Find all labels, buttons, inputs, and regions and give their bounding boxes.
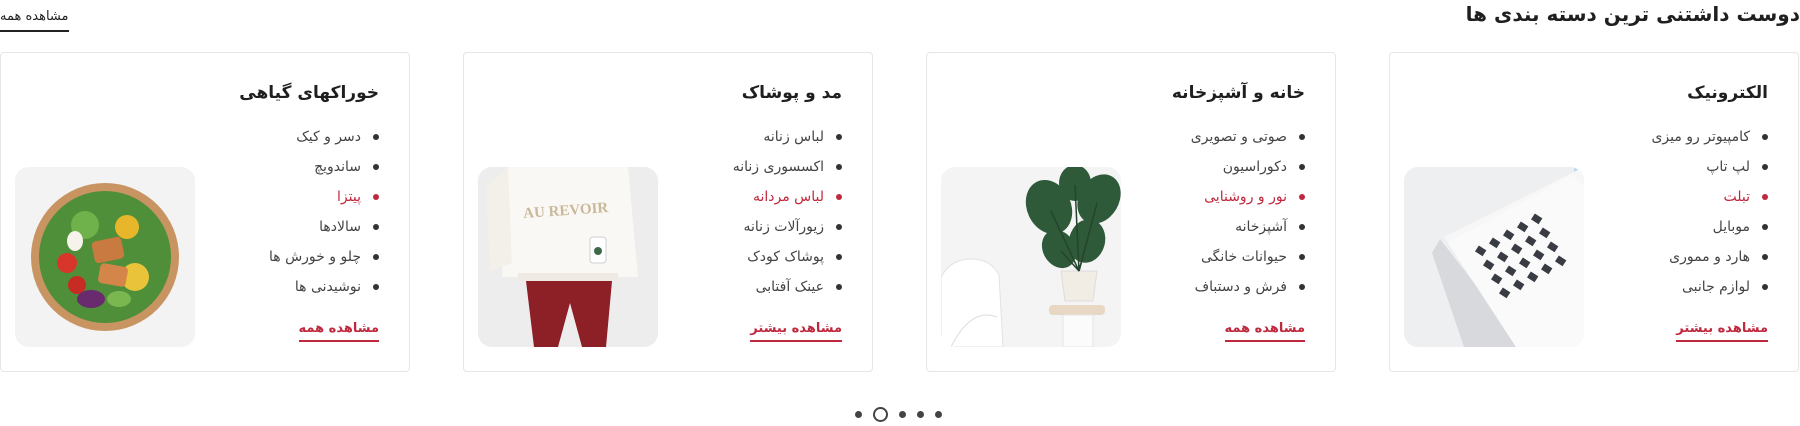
category-link-active[interactable]: پیتزا [269, 185, 380, 215]
category-cards: الکترونیک کامپیوتر رو میزی لپ تاپ تبلت م… [0, 52, 1800, 372]
view-all-link[interactable]: مشاهده همه [0, 9, 69, 32]
category-link[interactable]: چلو و خورش ها [269, 245, 380, 275]
category-link[interactable]: فرش و دستباف [1191, 275, 1306, 305]
category-card-electronics: الکترونیک کامپیوتر رو میزی لپ تاپ تبلت م… [1389, 52, 1799, 372]
category-link[interactable]: زیورآلات زنانه [733, 215, 843, 245]
category-list: دسر و کیک ساندویچ پیتزا سالادها چلو و خو… [269, 125, 380, 305]
category-link[interactable]: سالادها [269, 215, 380, 245]
category-link[interactable]: عینک آفتابی [733, 275, 843, 305]
category-link-active[interactable]: لباس مردانه [733, 185, 843, 215]
plant-chair-image[interactable] [941, 167, 1121, 347]
laptop-image[interactable] [1404, 167, 1584, 347]
pagination-dot[interactable] [899, 411, 906, 418]
section-title: دوست داشتنی ترین دسته بندی ها [1465, 2, 1800, 26]
category-link[interactable]: دکوراسیون [1191, 155, 1306, 185]
section-header: دوست داشتنی ترین دسته بندی ها مشاهده همه [0, 0, 1800, 40]
category-link[interactable]: حیوانات خانگی [1191, 245, 1306, 275]
card-title: خوراکهای گیاهی [239, 83, 379, 103]
card-more-link[interactable]: مشاهده بیشتر [1676, 321, 1768, 342]
category-link[interactable]: پوشاک کودک [733, 245, 843, 275]
pagination-dot[interactable] [935, 411, 942, 418]
pagination-dot[interactable] [917, 411, 924, 418]
category-link[interactable]: ساندویچ [269, 155, 380, 185]
card-title: مد و پوشاک [741, 83, 842, 103]
category-link[interactable]: لوازم جانبی [1651, 275, 1768, 305]
category-link[interactable]: آشپزخانه [1191, 215, 1306, 245]
category-card-home-kitchen: خانه و آشپزخانه صوتی و تصویری دکوراسیون … [926, 52, 1336, 372]
category-list: لباس زنانه اکسسوری زنانه لباس مردانه زیو… [733, 125, 843, 305]
category-link-active[interactable]: تبلت [1651, 185, 1768, 215]
category-link[interactable]: اکسسوری زنانه [733, 155, 843, 185]
category-link[interactable]: نوشیدنی ها [269, 275, 380, 305]
category-card-vegan-food: خوراکهای گیاهی دسر و کیک ساندویچ پیتزا س… [0, 52, 410, 372]
category-link[interactable]: هارد و مموری [1651, 245, 1768, 275]
category-link[interactable]: لباس زنانه [733, 125, 843, 155]
pagination-dot[interactable] [855, 411, 862, 418]
category-card-fashion: مد و پوشاک لباس زنانه اکسسوری زنانه لباس… [463, 52, 873, 372]
salad-bowl-image[interactable] [15, 167, 195, 347]
category-list: صوتی و تصویری دکوراسیون نور و روشنایی آش… [1191, 125, 1306, 305]
card-title: الکترونیک [1687, 83, 1768, 103]
category-list: کامپیوتر رو میزی لپ تاپ تبلت موبایل هارد… [1651, 125, 1768, 305]
card-title: خانه و آشپزخانه [1171, 83, 1305, 103]
card-more-link[interactable]: مشاهده بیشتر [750, 321, 842, 342]
category-link[interactable]: لپ تاپ [1651, 155, 1768, 185]
category-link[interactable]: صوتی و تصویری [1191, 125, 1306, 155]
card-more-link[interactable]: مشاهده همه [298, 321, 379, 342]
category-link-active[interactable]: نور و روشنایی [1191, 185, 1306, 215]
sweater-image[interactable]: AU REVOIR [478, 167, 658, 347]
category-link[interactable]: دسر و کیک [269, 125, 380, 155]
card-more-link[interactable]: مشاهده همه [1224, 321, 1305, 342]
category-link[interactable]: کامپیوتر رو میزی [1651, 125, 1768, 155]
category-link[interactable]: موبایل [1651, 215, 1768, 245]
pagination-dot-active[interactable] [873, 407, 888, 422]
